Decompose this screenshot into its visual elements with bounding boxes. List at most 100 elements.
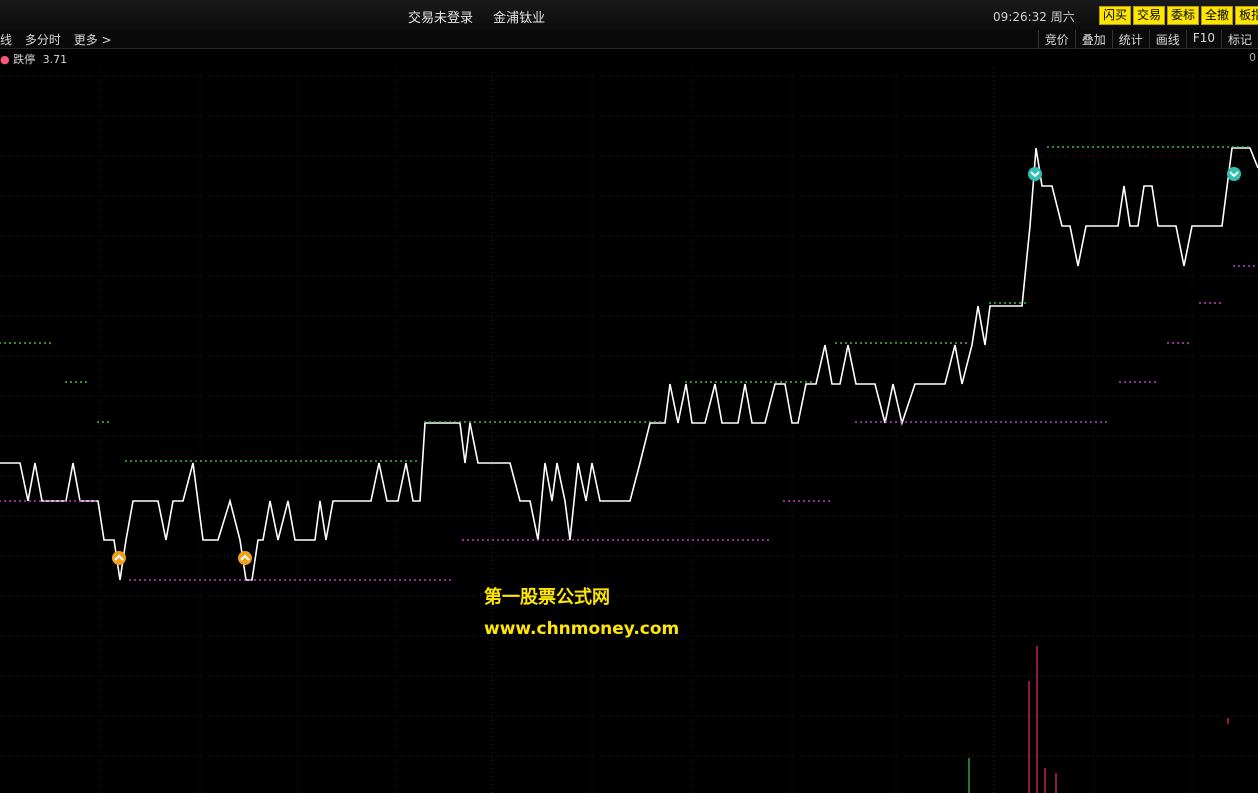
resistance-dot xyxy=(75,381,77,383)
support-dot xyxy=(467,539,469,541)
support-dot xyxy=(1149,381,1151,383)
resistance-dot xyxy=(225,460,227,462)
resistance-dot xyxy=(945,342,947,344)
support-dot xyxy=(424,579,426,581)
resistance-dot xyxy=(489,421,491,423)
resistance-dot xyxy=(1072,146,1074,148)
limit-down-indicator: ● 跌停 3.71 xyxy=(0,51,67,67)
support-dot xyxy=(74,500,76,502)
support-dot xyxy=(1085,421,1087,423)
support-dot xyxy=(995,421,997,423)
resistance-dot xyxy=(245,460,247,462)
resistance-dot xyxy=(905,342,907,344)
watermark-url: www.chnmoney.com xyxy=(484,619,680,639)
resistance-dot xyxy=(1167,146,1169,148)
support-dot xyxy=(429,579,431,581)
support-dot xyxy=(752,539,754,541)
indicator-value: 3.71 xyxy=(42,53,68,66)
multi-intraday-tab[interactable]: 多分时 xyxy=(25,33,61,47)
more-menu[interactable]: 更多 > xyxy=(74,33,112,47)
support-dot xyxy=(940,421,942,423)
support-dot xyxy=(557,539,559,541)
resistance-dot xyxy=(1112,146,1114,148)
resistance-dot xyxy=(860,342,862,344)
sell-marker xyxy=(1028,167,1042,181)
f10-button[interactable]: F10 xyxy=(1185,30,1221,49)
resistance-dot xyxy=(330,460,332,462)
resistance-dot xyxy=(644,421,646,423)
support-dot xyxy=(129,579,131,581)
resistance-dot xyxy=(280,460,282,462)
support-dot xyxy=(434,579,436,581)
index-button[interactable]: 板指 xyxy=(1235,6,1258,25)
resistance-dot xyxy=(185,460,187,462)
resistance-dot xyxy=(390,460,392,462)
support-dot xyxy=(1020,421,1022,423)
support-dot xyxy=(264,579,266,581)
support-dot xyxy=(487,539,489,541)
flash-buy-button[interactable]: 闪买 xyxy=(1099,6,1132,25)
resistance-dot xyxy=(44,342,46,344)
support-dot xyxy=(742,539,744,541)
trade-button[interactable]: 交易 xyxy=(1133,6,1166,25)
overlay-button[interactable]: 叠加 xyxy=(1074,30,1112,49)
statistics-button[interactable]: 统计 xyxy=(1111,30,1149,49)
resistance-dot xyxy=(250,460,252,462)
support-dot xyxy=(512,539,514,541)
resistance-dot xyxy=(260,460,262,462)
resistance-dot xyxy=(999,302,1001,304)
resistance-dot xyxy=(405,460,407,462)
draw-line-button[interactable]: 画线 xyxy=(1148,30,1186,49)
resistance-dot xyxy=(539,421,541,423)
auction-button[interactable]: 竞价 xyxy=(1037,30,1075,49)
support-dot xyxy=(259,579,261,581)
resistance-dot xyxy=(915,342,917,344)
mark-button[interactable]: 标记 xyxy=(1220,30,1258,49)
support-dot xyxy=(1080,421,1082,423)
support-dot xyxy=(767,539,769,541)
support-dot xyxy=(1025,421,1027,423)
cancel-all-button[interactable]: 全撤 xyxy=(1201,6,1234,25)
support-dot xyxy=(662,539,664,541)
support-dot xyxy=(915,421,917,423)
resistance-dot xyxy=(1062,146,1064,148)
support-dot xyxy=(1065,421,1067,423)
resistance-dot xyxy=(265,460,267,462)
resistance-dot xyxy=(255,460,257,462)
support-dot xyxy=(597,539,599,541)
line-tab[interactable]: 线 xyxy=(0,33,12,47)
order-button[interactable]: 委标 xyxy=(1167,6,1200,25)
intraday-chart[interactable] xyxy=(0,68,1258,793)
resistance-dot xyxy=(195,460,197,462)
resistance-dot xyxy=(49,342,51,344)
resistance-dot xyxy=(295,460,297,462)
support-dot xyxy=(249,579,251,581)
resistance-dot xyxy=(1142,146,1144,148)
support-dot xyxy=(334,579,336,581)
support-dot xyxy=(692,539,694,541)
support-dot xyxy=(1050,421,1052,423)
support-dot xyxy=(990,421,992,423)
support-dot xyxy=(409,579,411,581)
support-dot xyxy=(59,500,61,502)
resistance-dot xyxy=(200,460,202,462)
support-dot xyxy=(823,500,825,502)
resistance-dot xyxy=(1052,146,1054,148)
support-dot xyxy=(788,500,790,502)
resistance-dot xyxy=(215,460,217,462)
support-dot xyxy=(154,579,156,581)
resistance-dot xyxy=(1014,302,1016,304)
resistance-dot xyxy=(1147,146,1149,148)
resistance-dot xyxy=(584,421,586,423)
resistance-dot xyxy=(85,381,87,383)
support-dot xyxy=(910,421,912,423)
support-dot xyxy=(652,539,654,541)
support-dot xyxy=(1105,421,1107,423)
support-dot xyxy=(1040,421,1042,423)
title-center: 交易未登录 金浦钛业 xyxy=(408,7,561,26)
support-dot xyxy=(732,539,734,541)
resistance-dot xyxy=(654,421,656,423)
support-dot xyxy=(1253,265,1255,267)
support-dot xyxy=(1204,302,1206,304)
login-status[interactable]: 交易未登录 xyxy=(408,11,473,26)
